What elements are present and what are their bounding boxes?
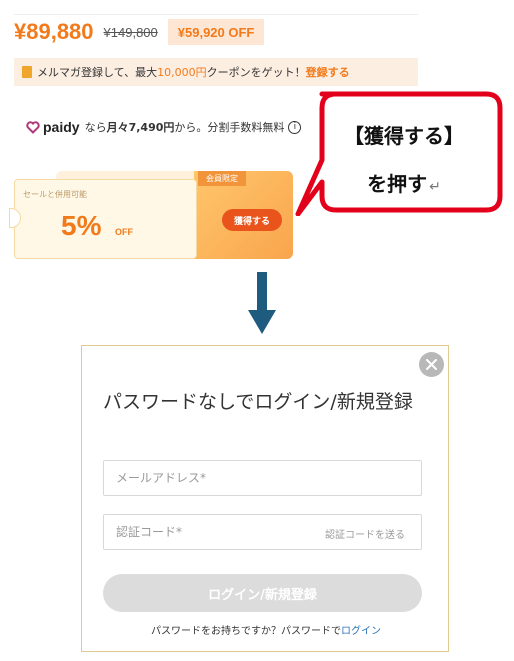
- paidy-prefix: なら: [84, 121, 107, 134]
- login-modal: パスワードなしでログイン/新規登録 認証コードを送る ログイン/新規登録 パスワ…: [81, 345, 449, 652]
- discount-badge: ¥59,920 OFF: [167, 19, 265, 45]
- banner-highlight: 10,000円: [157, 66, 207, 79]
- send-code-button[interactable]: 認証コードを送る: [325, 526, 405, 541]
- close-icon: [426, 359, 437, 370]
- claim-coupon-button[interactable]: 獲得する: [222, 209, 282, 231]
- coupon-percent: 5%: [61, 210, 102, 241]
- callout-line-2: を押す ↵: [314, 168, 494, 197]
- footer-text: パスワードをお持ちですか？パスワードで: [151, 626, 341, 637]
- price-row: ¥89,880 ¥149,800 ¥59,920 OFF: [14, 17, 265, 47]
- coupon-notch: [9, 208, 21, 228]
- paidy-logo: paidy: [26, 119, 80, 135]
- coupon-front: セールと併用可能 5% OFF: [9, 179, 197, 259]
- banner-text-after: クーポンをゲット！: [206, 66, 306, 79]
- member-only-tag: 会員限定: [198, 171, 246, 186]
- email-field[interactable]: [103, 460, 422, 496]
- callout-line-2-text: を押す: [367, 172, 428, 196]
- password-login-row: パスワードをお持ちですか？パスワードでログイン: [82, 622, 450, 637]
- down-arrow-icon: [248, 272, 276, 334]
- callout-line-1: 【獲得する】: [344, 124, 464, 148]
- return-mark: ↵: [429, 179, 441, 195]
- newsletter-banner: メルマガ登録して、最大 10,000円 クーポンをゲット！ 登録する: [14, 58, 418, 86]
- current-price: ¥89,880: [14, 19, 94, 44]
- paidy-suffix: から。分割手数料無料: [174, 121, 285, 134]
- instruction-callout: 【獲得する】 を押す ↵: [294, 90, 506, 216]
- coupon-caption: セールと併用可能: [23, 190, 87, 199]
- close-button[interactable]: [419, 352, 444, 377]
- coupon-card: セールと併用可能 5% OFF 会員限定 獲得する: [9, 171, 293, 259]
- paidy-amount: 月々7,490円: [106, 121, 175, 134]
- banner-text-before: メルマガ登録して、最大: [37, 66, 158, 79]
- paidy-logo-text: paidy: [43, 119, 80, 135]
- coupon-off-label: OFF: [115, 227, 133, 237]
- password-login-link[interactable]: ログイン: [341, 626, 381, 637]
- original-price: ¥149,800: [103, 24, 158, 40]
- login-register-button[interactable]: ログイン/新規登録: [103, 574, 422, 612]
- top-divider: [14, 14, 418, 15]
- modal-title: パスワードなしでログイン/新規登録: [103, 391, 413, 413]
- newsletter-register-link[interactable]: 登録する: [306, 64, 350, 80]
- mail-icon: [22, 66, 32, 78]
- paidy-row: paidy なら 月々7,490円 から。分割手数料無料 i: [26, 117, 302, 137]
- callout-bubble: [295, 91, 503, 216]
- paidy-logo-icon: [26, 121, 40, 134]
